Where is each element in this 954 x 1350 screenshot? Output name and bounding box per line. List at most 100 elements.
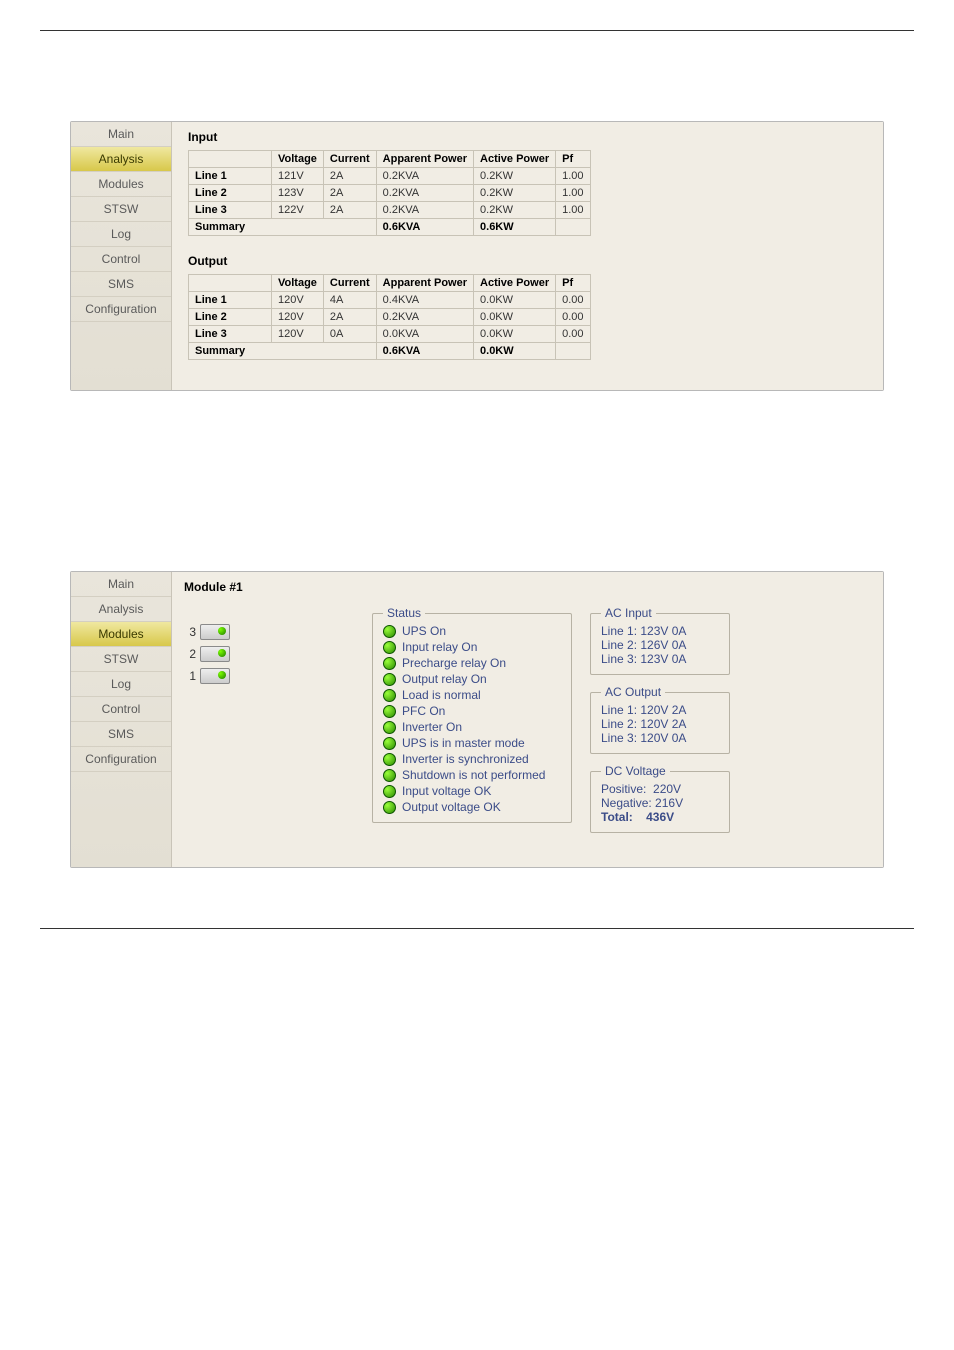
cell: 0.0KVA	[376, 326, 473, 343]
status-text: Inverter is synchronized	[402, 752, 529, 766]
col-header	[189, 151, 272, 168]
nav-item-sms[interactable]: SMS	[71, 722, 171, 747]
ac-output-group: AC Output Line 1: 120V 2ALine 2: 120V 2A…	[590, 685, 730, 754]
cell: Line 3	[189, 326, 272, 343]
status-ok-icon	[383, 721, 396, 734]
nav-item-log[interactable]: Log	[71, 222, 171, 247]
cell: 120V	[272, 292, 324, 309]
status-item: Input voltage OK	[383, 784, 561, 798]
cell: Line 3	[189, 202, 272, 219]
module-slot-number: 2	[184, 647, 196, 661]
status-ok-icon	[383, 641, 396, 654]
status-item: Input relay On	[383, 640, 561, 654]
cell: Line 2	[189, 309, 272, 326]
cell: 0.2KVA	[376, 202, 473, 219]
cell: 123V	[272, 185, 324, 202]
cell: 0.00	[556, 326, 590, 343]
status-ok-icon	[383, 689, 396, 702]
summary-row: Summary0.6KVA0.0KW	[189, 343, 591, 360]
analysis-panel: MainAnalysisModulesSTSWLogControlSMSConf…	[70, 121, 884, 391]
table-row: Line 3120V0A0.0KVA0.0KW0.00	[189, 326, 591, 343]
col-header: Pf	[556, 275, 590, 292]
ac-input-group: AC Input Line 1: 123V 0ALine 2: 126V 0AL…	[590, 606, 730, 675]
dc-voltage-group: DC Voltage Positive: 220V Negative: 216V…	[590, 764, 730, 833]
nav-item-modules[interactable]: Modules	[71, 172, 171, 197]
status-ok-icon	[383, 753, 396, 766]
status-text: Output relay On	[402, 672, 487, 686]
nav-item-log[interactable]: Log	[71, 672, 171, 697]
cell: 0.0KW	[474, 309, 556, 326]
status-item: Inverter is synchronized	[383, 752, 561, 766]
status-ok-icon	[383, 801, 396, 814]
table-row: Line 2123V2A0.2KVA0.2KW1.00	[189, 185, 591, 202]
status-ok-icon	[383, 705, 396, 718]
status-list: UPS On Input relay On Precharge relay On Ou…	[383, 624, 561, 814]
dc-positive: Positive: 220V	[601, 782, 719, 796]
nav-item-main[interactable]: Main	[71, 122, 171, 147]
status-text: Shutdown is not performed	[402, 768, 545, 782]
status-item: Precharge relay On	[383, 656, 561, 670]
line-reading: Line 3: 123V 0A	[601, 652, 719, 666]
cell: 1.00	[556, 185, 590, 202]
status-item: Output relay On	[383, 672, 561, 686]
nav-item-modules[interactable]: Modules	[71, 622, 171, 647]
cell: 2A	[323, 309, 376, 326]
cell: 1.00	[556, 202, 590, 219]
nav-item-configuration[interactable]: Configuration	[71, 297, 171, 322]
line-reading: Line 2: 126V 0A	[601, 638, 719, 652]
analysis-content: Input VoltageCurrentApparent PowerActive…	[172, 122, 883, 390]
status-ok-icon	[383, 673, 396, 686]
status-item: Inverter On	[383, 720, 561, 734]
dc-positive-label: Positive:	[601, 782, 646, 796]
status-text: UPS On	[402, 624, 446, 638]
cell: 122V	[272, 202, 324, 219]
cell: 0.0KW	[474, 292, 556, 309]
dc-negative-label: Negative:	[601, 796, 652, 810]
dc-total-label: Total:	[601, 810, 633, 824]
nav-item-control[interactable]: Control	[71, 247, 171, 272]
output-heading: Output	[188, 254, 867, 268]
cell: 2A	[323, 185, 376, 202]
nav-item-configuration[interactable]: Configuration	[71, 747, 171, 772]
status-item: Output voltage OK	[383, 800, 561, 814]
module-slot-list: 3 2 1	[184, 624, 354, 684]
status-item: Shutdown is not performed	[383, 768, 561, 782]
cell: 0.2KVA	[376, 309, 473, 326]
table-row: Line 1121V2A0.2KVA0.2KW1.00	[189, 168, 591, 185]
module-icon	[200, 646, 230, 662]
cell: 0A	[323, 326, 376, 343]
table-row: Line 1120V4A0.4KVA0.0KW0.00	[189, 292, 591, 309]
col-header: Pf	[556, 151, 590, 168]
cell: Line 1	[189, 292, 272, 309]
status-text: PFC On	[402, 704, 445, 718]
nav-item-stsw[interactable]: STSW	[71, 197, 171, 222]
cell: 1.00	[556, 168, 590, 185]
input-table: VoltageCurrentApparent PowerActive Power…	[188, 150, 591, 236]
cell: 2A	[323, 168, 376, 185]
col-header	[189, 275, 272, 292]
status-ok-icon	[383, 625, 396, 638]
module-slot[interactable]: 3	[184, 624, 354, 640]
dc-total: Total: 436V	[601, 810, 719, 824]
status-item: UPS On	[383, 624, 561, 638]
col-header: Voltage	[272, 151, 324, 168]
dc-negative: Negative: 216V	[601, 796, 719, 810]
ac-output-values: Line 1: 120V 2ALine 2: 120V 2ALine 3: 12…	[601, 703, 719, 745]
col-header: Active Power	[474, 151, 556, 168]
module-slot[interactable]: 2	[184, 646, 354, 662]
status-item: Load is normal	[383, 688, 561, 702]
nav-item-analysis[interactable]: Analysis	[71, 597, 171, 622]
nav-item-analysis[interactable]: Analysis	[71, 147, 171, 172]
cell: 0.2KVA	[376, 168, 473, 185]
nav-item-control[interactable]: Control	[71, 697, 171, 722]
nav-item-main[interactable]: Main	[71, 572, 171, 597]
cell: 0.00	[556, 309, 590, 326]
table-row: Line 3122V2A0.2KVA0.2KW1.00	[189, 202, 591, 219]
module-slot[interactable]: 1	[184, 668, 354, 684]
dc-positive-value: 220V	[653, 782, 681, 796]
nav-sidebar: MainAnalysisModulesSTSWLogControlSMSConf…	[71, 572, 172, 867]
nav-item-stsw[interactable]: STSW	[71, 647, 171, 672]
nav-item-sms[interactable]: SMS	[71, 272, 171, 297]
col-header: Active Power	[474, 275, 556, 292]
dc-negative-value: 216V	[655, 796, 683, 810]
